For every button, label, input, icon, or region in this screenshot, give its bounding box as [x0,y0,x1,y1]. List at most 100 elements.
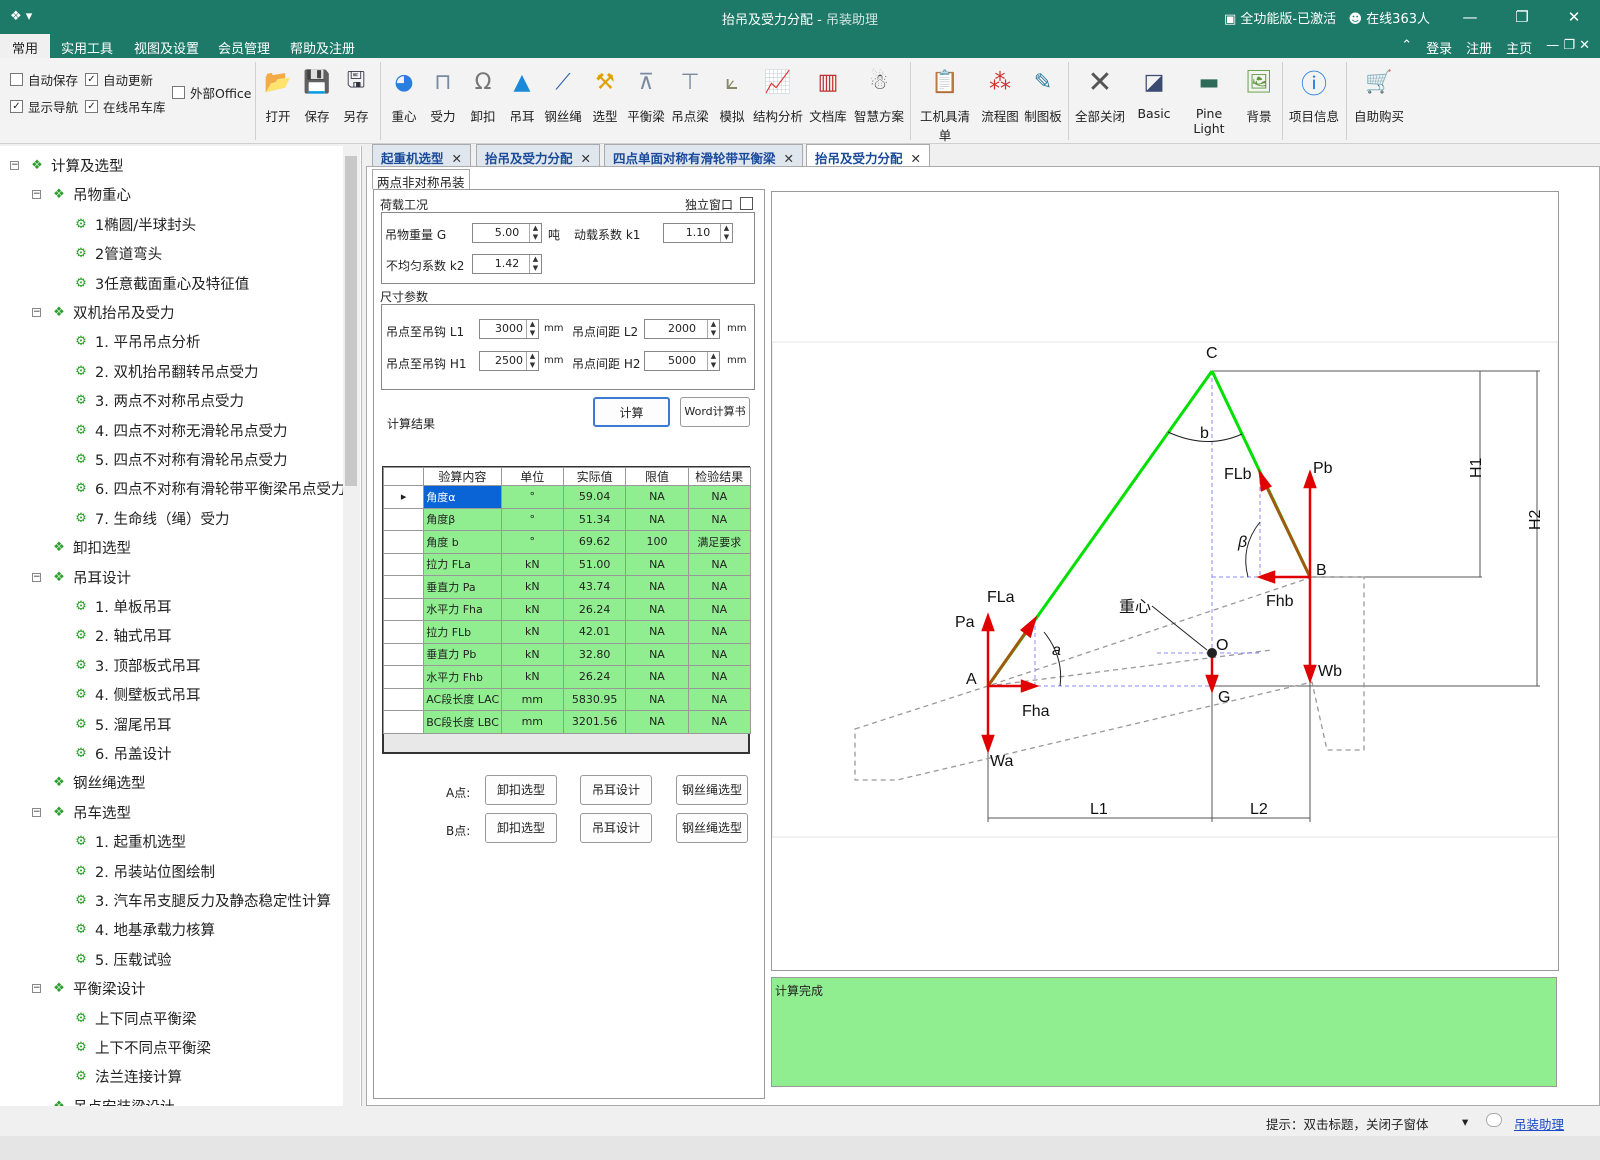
col-header[interactable]: 检验结果 [687,467,752,486]
table-cell[interactable]: 32.80 [562,642,627,666]
lug-button[interactable]: ▲ 吊耳 [506,66,538,125]
table-cell[interactable]: 拉力 FLa [423,552,502,576]
force-button[interactable]: ⊓ 受力 [427,66,459,125]
table-cell[interactable]: NA [687,710,752,734]
table-cell[interactable]: 满足要求 [687,530,752,554]
table-cell[interactable]: NA [625,642,689,666]
point-b-lug-button[interactable]: 吊耳设计 [580,813,652,843]
tree-expand-toggle[interactable]: − [32,572,41,582]
tree-leaf-item[interactable]: ⚙ 1. 起重机选型 [72,831,186,852]
theme-basic-button[interactable]: ◪ Basic [1134,66,1174,122]
table-row[interactable]: ▸ 角度α ° 59.04 NA NA [382,485,752,509]
table-row[interactable]: 垂直力 Pa kN 43.74 NA NA [382,575,752,599]
tree-leaf-item[interactable]: ⚙ 2. 双机抬吊翻转吊点受力 [72,361,258,382]
table-cell[interactable]: mm [500,687,564,711]
tab-close-icon[interactable]: ✕ [911,151,921,166]
smart-plan-button[interactable]: ☃ 智慧方案 [853,66,905,125]
table-cell[interactable]: 水平力 Fha [423,597,502,621]
tab-four-point[interactable]: 四点单面对称有滑轮带平衡梁 ✕ [604,144,803,166]
table-cell[interactable]: NA [687,507,752,531]
close-button[interactable]: ✕ [1548,0,1600,34]
col-header[interactable]: 限值 [625,467,689,486]
tree-leaf-item[interactable]: ⚙ 5. 四点不对称有滑轮吊点受力 [72,449,287,470]
table-cell[interactable]: NA [625,687,689,711]
tree-leaf-item[interactable]: ⚙ 1. 单板吊耳 [72,596,171,617]
tree-leaf-item[interactable]: ⚙ 3任意截面重心及特征值 [72,273,249,294]
table-row[interactable]: 垂直力 Pb kN 32.80 NA NA [382,642,752,666]
table-cell[interactable]: AC段长度 LAC [423,687,502,711]
row-header[interactable] [382,597,425,621]
row-header[interactable] [382,710,425,734]
tree-leaf-item[interactable]: ⚙ 7. 生命线（绳）受力 [72,508,229,529]
table-row[interactable]: AC段长度 LAC mm 5830.95 NA NA [382,687,752,711]
table-cell[interactable]: ° [500,507,564,531]
table-row[interactable]: 拉力 FLa kN 51.00 NA NA [382,552,752,576]
tab-close-icon[interactable]: ✕ [452,151,462,166]
menu-help[interactable]: 帮助及注册 [290,38,355,57]
external-office-checkbox[interactable]: 外部Office [172,83,252,102]
tree-group-item[interactable]: − ❖ 吊耳设计 [32,567,131,588]
table-cell[interactable]: 69.62 [562,530,627,554]
tree-vertical-scrollbar[interactable] [343,146,360,1121]
register-link[interactable]: 注册 [1466,38,1492,57]
table-cell[interactable]: 垂直力 Pb [423,642,502,666]
tab-close-icon[interactable]: ✕ [784,151,794,166]
selection-button[interactable]: ⚒ 选型 [589,66,621,125]
table-cell[interactable]: NA [687,665,752,689]
lifting-beam-button[interactable]: ⊤ 吊点梁 [670,66,710,125]
menu-home[interactable]: 常用 [0,34,51,58]
row-header[interactable] [382,687,425,711]
tree-leaf-item[interactable]: ⚙ 上下同点平衡梁 [72,1008,196,1029]
drawing-board-button[interactable]: ✎ 制图板 [1023,66,1063,125]
table-cell[interactable]: 垂直力 Pa [423,575,502,599]
table-cell[interactable]: 拉力 FLb [423,620,502,644]
menu-member[interactable]: 会员管理 [218,38,270,57]
table-cell[interactable]: ° [500,530,564,554]
table-cell[interactable]: 水平力 Fhb [423,665,502,689]
table-cell[interactable]: NA [625,710,689,734]
row-header[interactable] [382,665,425,689]
table-cell[interactable]: NA [687,597,752,621]
minimize-button[interactable]: — [1444,0,1496,34]
table-cell[interactable]: kN [500,597,564,621]
row-header[interactable] [382,530,425,554]
table-cell[interactable]: BC段长度 LBC [423,710,502,734]
table-row[interactable]: 角度β ° 51.34 NA NA [382,507,752,531]
tree-leaf-item[interactable]: ⚙ 上下不同点平衡梁 [72,1037,211,1058]
table-cell[interactable]: 5830.95 [562,687,627,711]
tree-leaf-item[interactable]: ⚙ 6. 四点不对称有滑轮带平衡梁吊点受力 [72,478,345,499]
save-button[interactable]: 💾 保存 [301,66,333,125]
table-cell[interactable]: NA [687,575,752,599]
table-cell[interactable]: 角度 b [423,530,502,554]
col-header[interactable]: 实际值 [562,467,627,486]
table-cell[interactable]: NA [687,552,752,576]
tree-group-item[interactable]: − ❖ 吊车选型 [32,802,131,823]
tree-group-item[interactable]: − ❖ 双机抬吊及受力 [32,302,175,323]
tree-expand-toggle[interactable]: − [10,161,19,170]
word-report-button[interactable]: Word计算书 [680,397,750,427]
table-cell[interactable]: kN [500,575,564,599]
tree-leaf-item[interactable]: ⚙ 4. 四点不对称无滑轮吊点受力 [72,420,287,441]
table-cell[interactable]: 43.74 [562,575,627,599]
show-nav-checkbox[interactable]: ✓ 显示导航 [10,97,78,116]
tree-leaf-item[interactable]: ⚙ 4. 侧壁板式吊耳 [72,684,200,705]
tree-leaf-item[interactable]: ⚙ 2管道弯头 [72,243,162,264]
simulate-button[interactable]: ⟀ 模拟 [716,66,748,125]
structure-analysis-button[interactable]: 📈 结构分析 [752,66,804,125]
open-button[interactable]: 📂 打开 [262,66,294,125]
mdi-controls[interactable]: — ❐ ✕ [1546,38,1590,57]
table-cell[interactable]: 3201.56 [562,710,627,734]
row-header[interactable] [382,620,425,644]
point-a-rope-button[interactable]: 钢丝绳选型 [676,775,748,805]
table-cell[interactable]: 26.24 [562,665,627,689]
row-header[interactable] [382,575,425,599]
autoupdate-checkbox[interactable]: ✓ 自动更新 [85,70,153,89]
tab-tandem-lift-active[interactable]: 抬吊及受力分配 ✕ [806,144,930,166]
table-cell[interactable]: NA [625,597,689,621]
project-info-button[interactable]: ⓘ 项目信息 [1288,66,1340,125]
weight-input[interactable]: 5.00 ▲ ▼ [472,223,542,243]
theme-pine-light-button[interactable]: ▬ Pine Light [1180,66,1238,137]
tree-expand-toggle[interactable]: − [32,807,41,817]
collapse-ribbon-icon[interactable]: ⌃ [1401,38,1412,57]
k1-input[interactable]: 1.10 ▲ ▼ [663,223,733,243]
